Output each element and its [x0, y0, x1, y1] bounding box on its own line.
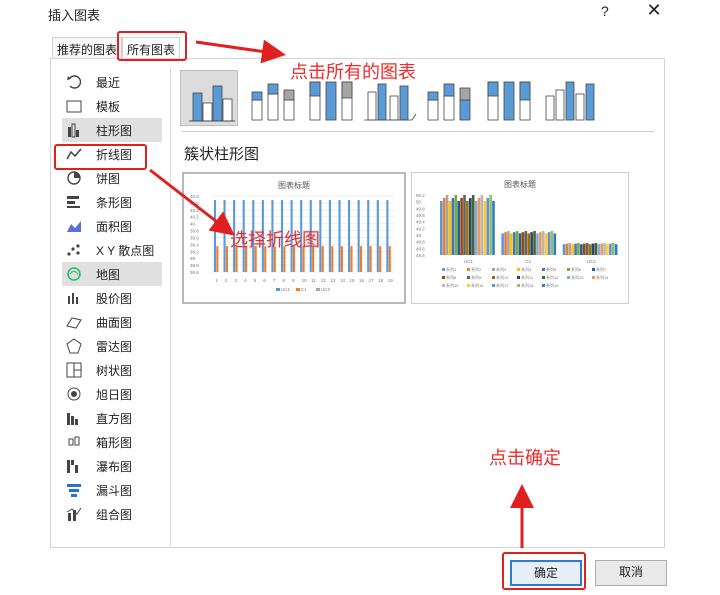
arrow-to-all-charts	[195, 39, 286, 64]
annotation-click-ok: 点击确定	[489, 448, 561, 468]
annotation-arrows	[149, 39, 534, 548]
arrow-to-line-chart	[149, 168, 235, 236]
annotation-choose-line: 选择折线图	[230, 230, 320, 250]
annotation-click-all-charts: 点击所有的图表	[290, 62, 416, 82]
